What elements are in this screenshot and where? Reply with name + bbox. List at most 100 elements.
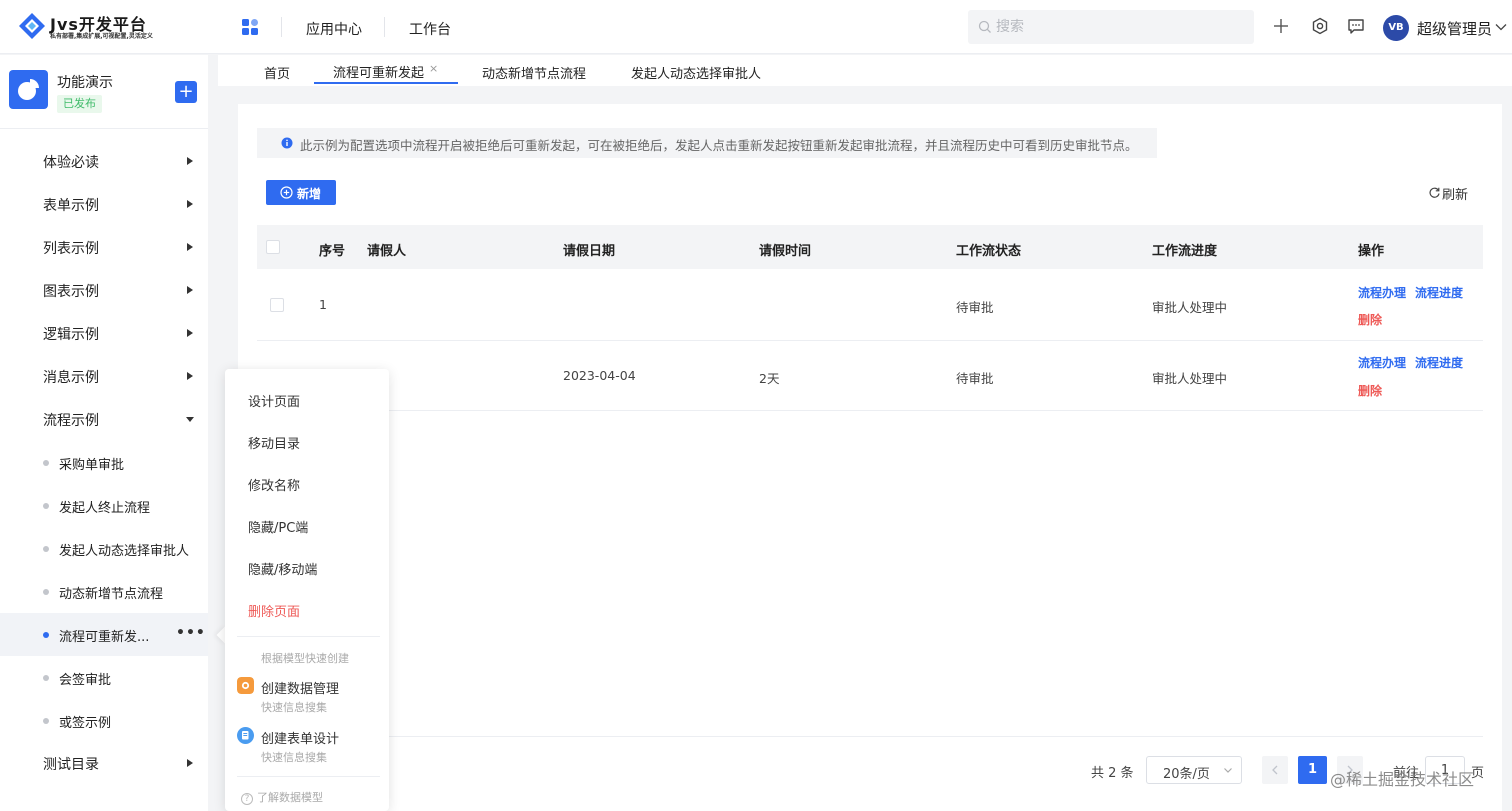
process-progress-link[interactable]: 流程进度 <box>1415 354 1463 371</box>
caret-right-icon <box>187 372 193 380</box>
row-divider <box>257 340 1483 341</box>
tab-restart-process[interactable]: 流程可重新发起 <box>333 62 424 81</box>
sidebar-item[interactable]: 消息示例 <box>0 355 208 398</box>
sidebar-item[interactable]: 流程示例 <box>0 398 208 441</box>
notice-text: 此示例为配置选项中流程开启被拒绝后可重新发起，可在被拒绝后，发起人点击重新发起按… <box>300 138 1138 153</box>
sidebar-subitem-label: 或签示例 <box>59 716 112 731</box>
col-actions: 操作 <box>1358 244 1385 259</box>
tab-dynamic-approver[interactable]: 发起人动态选择审批人 <box>631 63 761 82</box>
sidebar-item[interactable]: 测试目录 <box>0 742 208 785</box>
gear-icon[interactable] <box>1310 16 1330 36</box>
sidebar-item-label: 列表示例 <box>43 241 99 257</box>
chevron-down-icon[interactable] <box>1494 20 1508 34</box>
bullet-dot <box>43 675 49 681</box>
bullet-dot <box>43 546 49 552</box>
new-button[interactable]: 新增 <box>266 180 336 205</box>
credit-watermark: @稀土掘金技术社区 <box>1330 770 1475 789</box>
refresh-label: 刷新 <box>1442 188 1469 203</box>
menu-delete-page[interactable]: 删除页面 <box>248 601 300 620</box>
delete-link[interactable]: 删除 <box>1358 382 1382 399</box>
sidebar-item[interactable]: 列表示例 <box>0 226 208 269</box>
process-handle-link[interactable]: 流程办理 <box>1358 284 1406 301</box>
search-input[interactable] <box>996 17 1236 37</box>
row-checkbox[interactable] <box>270 298 284 312</box>
logo[interactable]: Jvs开发平台 私有部署,集成扩展,可视配置,灵活定义 <box>18 10 198 44</box>
caret-down-icon <box>186 417 194 422</box>
caret-right-icon <box>187 243 193 251</box>
sidebar-subitem[interactable]: 会签审批 <box>0 656 208 699</box>
status-badge: 已发布 <box>57 95 102 113</box>
sidebar-subitem-label: 会签审批 <box>59 673 112 688</box>
menu-rename[interactable]: 修改名称 <box>248 475 300 494</box>
plus-icon[interactable] <box>1271 16 1291 36</box>
apps-grid-icon[interactable] <box>240 17 260 37</box>
row-divider <box>257 410 1483 411</box>
menu-hide-mobile[interactable]: 隐藏/移动端 <box>248 559 317 578</box>
chevron-down-icon <box>1224 768 1232 773</box>
cell-progress: 审批人处理中 <box>1152 300 1228 315</box>
app-icon <box>9 70 48 109</box>
prev-page-button[interactable] <box>1262 756 1288 784</box>
delete-link[interactable]: 删除 <box>1358 311 1382 328</box>
caret-right-icon <box>187 157 193 165</box>
sidebar-subitem[interactable]: 发起人动态选择审批人 <box>0 527 208 570</box>
user-name[interactable]: 超级管理员 <box>1417 18 1492 39</box>
sidebar-subitem[interactable]: 发起人终止流程 <box>0 484 208 527</box>
process-handle-link[interactable]: 流程办理 <box>1358 354 1406 371</box>
sidebar-subitem-label: 发起人动态选择审批人 <box>59 544 190 559</box>
sidebar-item-label: 流程示例 <box>43 413 99 429</box>
form-design-icon <box>237 727 254 744</box>
nav-workbench[interactable]: 工作台 <box>409 19 451 39</box>
nav-app-center[interactable]: 应用中心 <box>306 19 362 39</box>
cell-duration: 2天 <box>759 371 780 386</box>
cell-index: 1 <box>319 297 327 312</box>
sidebar-subitem[interactable]: 动态新增节点流程 <box>0 570 208 613</box>
sidebar-item[interactable]: 体验必读 <box>0 140 208 183</box>
page-size-select[interactable]: 20条/页 <box>1146 756 1242 784</box>
caret-right-icon <box>187 286 193 294</box>
pagination-total: 共 2 条 <box>1091 766 1134 781</box>
bullet-dot <box>43 718 49 724</box>
tab-home[interactable]: 首页 <box>264 63 290 82</box>
message-icon[interactable] <box>1346 16 1366 36</box>
menu-design-page[interactable]: 设计页面 <box>248 391 300 410</box>
col-date: 请假日期 <box>563 244 616 259</box>
tab-close-button[interactable]: × <box>429 62 438 75</box>
plus-circle-icon <box>280 186 293 199</box>
learn-data-model-link[interactable]: ? 了解数据模型 <box>241 789 323 805</box>
bullet-dot <box>43 589 49 595</box>
sidebar-subitem[interactable]: 或签示例 <box>0 699 208 742</box>
sidebar-item[interactable]: 表单示例 <box>0 183 208 226</box>
sidebar-item-label: 消息示例 <box>43 370 99 386</box>
divider <box>281 17 282 37</box>
sidebar-item-label: 测试目录 <box>43 757 99 773</box>
select-all-checkbox[interactable] <box>266 240 280 254</box>
more-options-button[interactable]: ••• <box>176 625 206 641</box>
new-button-label: 新增 <box>297 187 322 201</box>
caret-right-icon <box>187 200 193 208</box>
cell-progress: 审批人处理中 <box>1152 371 1228 386</box>
process-progress-link[interactable]: 流程进度 <box>1415 284 1463 301</box>
cell-status: 待审批 <box>956 300 994 315</box>
table-header <box>257 225 1483 269</box>
menu-separator <box>237 636 380 637</box>
caret-right-icon <box>187 759 193 767</box>
menu-hide-pc[interactable]: 隐藏/PC端 <box>248 517 308 536</box>
create-data-manage[interactable]: 创建数据管理 <box>261 678 339 697</box>
avatar[interactable]: VB <box>1383 15 1409 41</box>
sidebar-subitem[interactable]: 采购单审批 <box>0 441 208 484</box>
data-manage-icon <box>237 677 254 694</box>
add-menu-button[interactable]: + <box>175 81 197 103</box>
sidebar-item[interactable]: 逻辑示例 <box>0 312 208 355</box>
sidebar-subitem[interactable]: 流程可重新发... ••• <box>0 613 208 656</box>
sidebar-item[interactable]: 图表示例 <box>0 269 208 312</box>
tab-dynamic-node[interactable]: 动态新增节点流程 <box>482 63 586 82</box>
page-number-current[interactable]: 1 <box>1298 756 1327 784</box>
quick-create-hint: 根据模型快速创建 <box>261 652 349 665</box>
col-applicant: 请假人 <box>367 244 407 259</box>
menu-move-directory[interactable]: 移动目录 <box>248 433 300 452</box>
app-header: 功能演示 已发布 + <box>0 55 208 129</box>
page-size-value: 20条/页 <box>1163 767 1210 782</box>
caret-right-icon <box>187 329 193 337</box>
create-form-design[interactable]: 创建表单设计 <box>261 728 339 747</box>
